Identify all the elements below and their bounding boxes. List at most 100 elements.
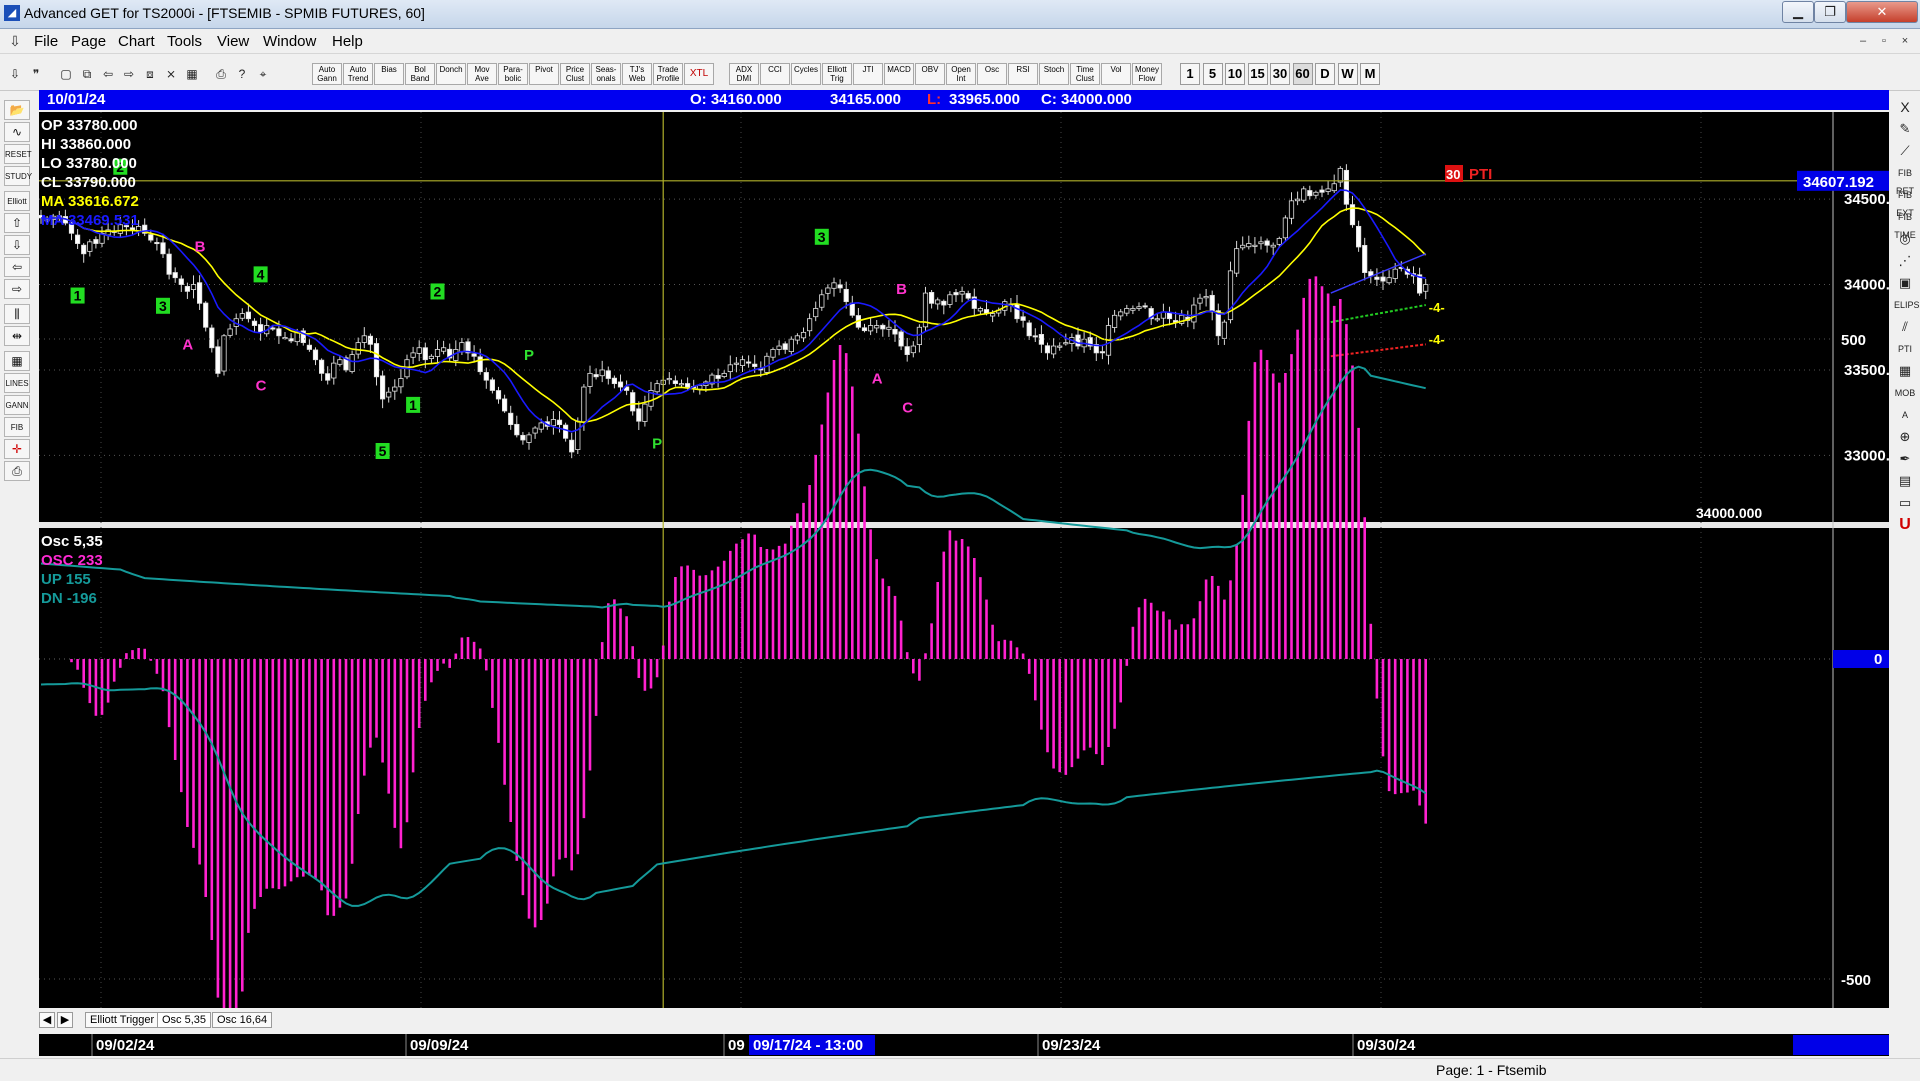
tool-gann[interactable]: GANN (4, 395, 30, 415)
channel-icon[interactable]: ⫽ (1894, 318, 1916, 336)
grid-icon[interactable]: ▦ (4, 351, 30, 371)
chart-canvas[interactable]: 34500.000 34000.000 33500.000 33000.000 3460… (39, 112, 1889, 1008)
study-button-money-flow[interactable]: Money Flow (1132, 63, 1162, 85)
tool-lines[interactable]: LINES (4, 373, 30, 393)
circle-icon[interactable]: ◎ (1894, 230, 1916, 248)
period-button-d[interactable]: D (1315, 63, 1335, 85)
period-button-1[interactable]: 1 (1180, 63, 1200, 85)
print-icon[interactable]: ⎙ (212, 63, 230, 85)
copy-page-icon[interactable]: ⧉ (78, 63, 96, 85)
study-button-price-clust[interactable]: Price Clust (560, 63, 590, 85)
tool-fib[interactable]: FIB (4, 417, 30, 437)
pencil-icon[interactable]: ✎ (1894, 120, 1916, 138)
study-button-bias[interactable]: Bias (374, 63, 404, 85)
menu-help[interactable]: Help (332, 33, 363, 50)
back-icon[interactable]: ⇦ (99, 63, 117, 85)
open-icon[interactable]: 📂 (4, 100, 30, 120)
study-button-vol[interactable]: Vol (1101, 63, 1131, 85)
period-button-60[interactable]: 60 (1292, 63, 1313, 85)
zoom-icon[interactable]: ⊕ (1894, 428, 1916, 446)
period-button-w[interactable]: W (1337, 63, 1358, 85)
study-button-xtl[interactable]: XTL (684, 63, 714, 85)
arrow-left-icon[interactable]: ⇦ (4, 257, 30, 277)
tab-osc-16-64[interactable]: Osc 16,64 (212, 1012, 273, 1028)
study-button-mov-ave[interactable]: Mov Ave (467, 63, 497, 85)
menu-file[interactable]: File (34, 33, 58, 50)
pointer-icon[interactable]: ⌖ (254, 63, 272, 85)
document-icon[interactable]: ⇩ (6, 33, 24, 49)
study-button-elliott-trig[interactable]: Elliott Trig (822, 63, 852, 85)
study-button-trade-profile[interactable]: Trade Profile (653, 63, 683, 85)
tool-elliott[interactable]: Elliott (4, 191, 30, 211)
new-page-icon[interactable]: ▢ (57, 63, 75, 85)
study-button-macd[interactable]: MACD (884, 63, 914, 85)
tool-study[interactable]: STUDY (4, 166, 32, 186)
save-icon[interactable]: ⧈ (141, 63, 159, 85)
mdi-close-button[interactable]: × (1896, 33, 1914, 49)
print-icon[interactable]: ⎙ (4, 461, 30, 481)
minimize-button[interactable]: ▁ (1782, 1, 1814, 23)
arrow-up-icon[interactable]: ⇧ (4, 213, 30, 233)
study-button-open-int[interactable]: Open Int (946, 63, 976, 85)
expand-icon[interactable]: ⇹ (4, 326, 30, 346)
arrow-down-icon[interactable]: ⇩ (4, 235, 30, 255)
study-button-bol-band[interactable]: Bol Band (405, 63, 435, 85)
mdi-minimize-button[interactable]: – (1854, 33, 1872, 49)
fan-icon[interactable]: ⋰ (1894, 252, 1916, 270)
mdi-restore-button[interactable]: ▫ (1875, 33, 1893, 49)
period-button-30[interactable]: 30 (1270, 63, 1290, 85)
study-button-auto-gann[interactable]: Auto Gann (312, 63, 342, 85)
study-button-rsi[interactable]: RSI (1008, 63, 1038, 85)
tool-u[interactable]: U (1894, 516, 1916, 534)
tab-osc-5-35[interactable]: Osc 5,35 (157, 1012, 212, 1028)
study-button-pivot[interactable]: Pivot (529, 63, 559, 85)
period-button-15[interactable]: 15 (1247, 63, 1268, 85)
study-button-cci[interactable]: CCI (760, 63, 790, 85)
panel-separator[interactable] (39, 522, 1889, 528)
tool-x[interactable]: X (1894, 98, 1916, 116)
forward-icon[interactable]: ⇨ (120, 63, 138, 85)
tab-elliott-trigger[interactable]: Elliott Trigger (85, 1012, 160, 1028)
grid-icon[interactable]: ▦ (183, 63, 201, 85)
tab-scroll-right-icon[interactable]: ▶ (57, 1012, 73, 1028)
study-button-osc[interactable]: Osc (977, 63, 1007, 85)
tool-reset[interactable]: RESET (4, 144, 32, 164)
tool-fib-ext[interactable]: FIB EXT (1894, 186, 1916, 218)
pin-icon[interactable]: ⇩ (6, 63, 24, 85)
tool-fib-ret[interactable]: FIB RET (1894, 164, 1916, 196)
study-button-cycles[interactable]: Cycles (791, 63, 821, 85)
tool-fib-time[interactable]: FIB TIME (1894, 208, 1916, 240)
crosshair-icon[interactable]: ✛ (4, 439, 30, 459)
menu-view[interactable]: View (217, 33, 249, 50)
period-button-10[interactable]: 10 (1225, 63, 1245, 85)
paint-icon[interactable]: ✒ (1894, 450, 1916, 468)
study-button-time-clust[interactable]: Time Clust (1070, 63, 1100, 85)
tool-a[interactable]: A (1894, 406, 1916, 424)
study-button-para-bolic[interactable]: Para-bolic (498, 63, 528, 85)
tool-mob[interactable]: MOB (1894, 384, 1916, 402)
menu-tools[interactable]: Tools (167, 33, 202, 50)
bars-icon[interactable]: ⫼ (4, 304, 30, 324)
box-icon[interactable]: ▣ (1894, 274, 1916, 292)
study-button-seas-onals[interactable]: Seas-onals (591, 63, 621, 85)
ruler-icon[interactable]: ▭ (1894, 494, 1916, 512)
maximize-button[interactable]: ❐ (1814, 1, 1846, 23)
menu-window[interactable]: Window (263, 33, 316, 50)
line-icon[interactable]: ⟋ (1894, 142, 1916, 160)
study-button-donch[interactable]: Donch (436, 63, 466, 85)
study-button-tj-s-web[interactable]: TJ's Web (622, 63, 652, 85)
period-button-m[interactable]: M (1360, 63, 1380, 85)
delete-icon[interactable]: ⨯ (162, 63, 180, 85)
grid-icon[interactable]: ▦ (1894, 362, 1916, 380)
menu-page[interactable]: Page (71, 33, 106, 50)
study-button-adx-dmi[interactable]: ADX DMI (729, 63, 759, 85)
quote-icon[interactable]: ❞ (27, 63, 45, 85)
study-button-jti[interactable]: JTI (853, 63, 883, 85)
close-button[interactable]: ✕ (1846, 1, 1918, 23)
study-button-stoch[interactable]: Stoch (1039, 63, 1069, 85)
period-button-5[interactable]: 5 (1202, 63, 1223, 85)
arrow-right-icon[interactable]: ⇨ (4, 279, 30, 299)
cycle-icon[interactable]: ∿ (4, 122, 30, 142)
table-icon[interactable]: ▤ (1894, 472, 1916, 490)
study-button-auto-trend[interactable]: Auto Trend (343, 63, 373, 85)
